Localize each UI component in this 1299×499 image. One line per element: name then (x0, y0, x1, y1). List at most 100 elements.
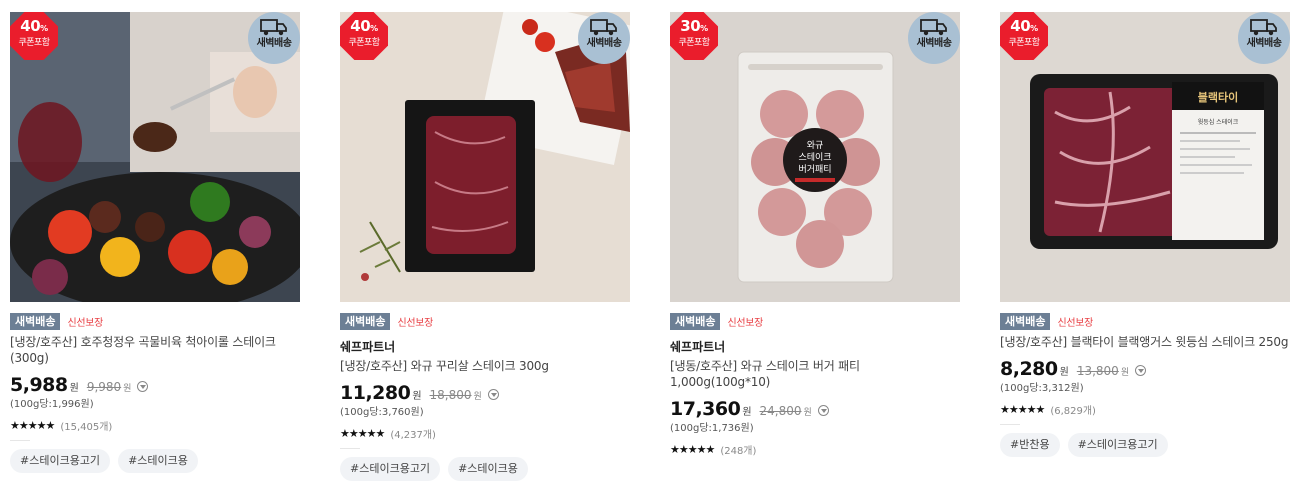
tag-fresh-guarantee: 신선보장 (727, 317, 764, 329)
hashtag[interactable]: #스테이크용고기 (10, 449, 111, 473)
package-label-line: 윗등심 스테이크 (1198, 118, 1239, 126)
hashtag[interactable]: #스테이크용 (448, 457, 528, 481)
truck-icon (1250, 19, 1277, 36)
hashtag[interactable]: #스테이크용 (118, 449, 198, 473)
rating-row: ★★★★★ (4,237개) (340, 426, 630, 441)
tag-dawn-delivery: 새벽배송 (340, 312, 391, 330)
review-count: (4,237개) (390, 429, 436, 441)
truck-icon (920, 19, 947, 36)
coupon-percent: 40 (350, 17, 371, 35)
product-image[interactable]: 블랙타이 윗등심 스테이크 40% 쿠폰포함 새벽배송 (1000, 12, 1290, 302)
coupon-unit: % (370, 24, 378, 33)
delivery-tags: 새벽배송 신선보장 (340, 312, 630, 330)
rating-row: ★★★★★ (248개) (670, 442, 960, 457)
coupon-label: 쿠폰포함 (348, 38, 380, 48)
star-icon: ★★★★★ (10, 418, 55, 432)
tag-fresh-guarantee: 신선보장 (67, 317, 104, 329)
coupon-percent: 40 (1010, 17, 1031, 35)
product-title[interactable]: [냉장/호주산] 와규 꾸리살 스테이크 300g (340, 358, 630, 374)
dawn-badge-label: 새벽배송 (256, 38, 292, 49)
product-card[interactable]: 와규 스테이크 버거패티 30% 쿠폰포함 새벽배송 새벽배송 신선보장 쉐프파… (670, 12, 960, 457)
coupon-badge: 40% 쿠폰포함 (10, 12, 58, 60)
coupon-percent: 30 (680, 17, 701, 35)
tag-dawn-delivery: 새벽배송 (670, 312, 721, 330)
review-count: (15,405개) (60, 421, 113, 433)
star-icon: ★★★★★ (670, 442, 715, 456)
coupon-percent: 40 (20, 17, 41, 35)
rating-row: ★★★★★ (6,829개) (1000, 402, 1290, 417)
dawn-badge-label: 새벽배송 (1246, 38, 1282, 49)
product-card[interactable]: 40% 쿠폰포함 새벽배송 새벽배송 신선보장 쉐프파트너 [냉장/호주산] 와… (340, 12, 630, 481)
original-price: 9,980 (86, 380, 122, 394)
product-card[interactable]: 40% 쿠폰포함 새벽배송 새벽배송 신선보장 [냉장/호주산] 호주청정우 곡… (10, 12, 300, 473)
truck-icon (260, 19, 287, 36)
unit-price: (100g당:1,736원) (670, 423, 754, 434)
coupon-label: 쿠폰포함 (1008, 38, 1040, 48)
hashtag-list: #스테이크용고기 #스테이크용 (10, 449, 300, 473)
tag-fresh-guarantee: 신선보장 (1057, 317, 1094, 329)
currency-label: 원 (412, 391, 422, 402)
original-price: 24,800 (759, 404, 802, 418)
sale-price: 8,280 (1000, 358, 1058, 380)
dawn-delivery-badge: 새벽배송 (1238, 12, 1290, 64)
tag-dawn-delivery: 새벽배송 (1000, 312, 1051, 330)
product-card[interactable]: 블랙타이 윗등심 스테이크 40% 쿠폰포함 새벽배송 새벽배송 신선보장 [냉 (1000, 12, 1290, 457)
coupon-badge: 30% 쿠폰포함 (670, 12, 718, 60)
original-currency-label: 원 (1120, 368, 1130, 378)
dawn-badge-label: 새벽배송 (916, 38, 952, 49)
hashtag-list: #스테이크용고기 #스테이크용 (340, 457, 630, 481)
price-info-icon[interactable] (487, 389, 499, 400)
hashtag-list: #반찬용 #스테이크용고기 (1000, 433, 1290, 457)
price-row: 5,988 원 9,980 원 (10, 374, 300, 396)
review-count: (248개) (720, 445, 757, 457)
delivery-tags: 새벽배송 신선보장 (10, 312, 300, 330)
divider (340, 448, 360, 449)
dawn-delivery-badge: 새벽배송 (578, 12, 630, 64)
currency-label: 원 (742, 407, 752, 418)
tag-dawn-delivery: 새벽배송 (10, 312, 61, 330)
product-image[interactable]: 40% 쿠폰포함 새벽배송 (340, 12, 630, 302)
hashtag[interactable]: #스테이크용고기 (340, 457, 441, 481)
price-info-icon[interactable] (137, 381, 149, 392)
price-row: 17,360 원 24,800 원 (670, 398, 960, 420)
unit-price: (100g당:3,312원) (1000, 383, 1084, 394)
divider (1000, 424, 1020, 425)
price-row: 11,280 원 18,800 원 (340, 382, 630, 404)
rating-row: ★★★★★ (15,405개) (10, 418, 300, 433)
unit-price: (100g당:3,760원) (340, 407, 424, 418)
review-count: (6,829개) (1050, 405, 1096, 417)
divider (10, 440, 30, 441)
price-row: 8,280 원 13,800 원 (1000, 358, 1290, 380)
original-currency-label: 원 (123, 384, 132, 394)
tag-fresh-guarantee: 신선보장 (397, 317, 434, 329)
hashtag[interactable]: #스테이크용고기 (1067, 433, 1168, 457)
package-label-line: 스테이크 (798, 152, 831, 163)
currency-label: 원 (1059, 367, 1069, 378)
dawn-delivery-badge: 새벽배송 (908, 12, 960, 64)
product-title[interactable]: [냉장/호주산] 블랙타이 블랙앵거스 윗등심 스테이크 250g (1000, 334, 1290, 350)
truck-icon (590, 19, 617, 36)
package-label-line: 블랙타이 (1198, 90, 1238, 104)
original-price: 13,800 (1076, 364, 1119, 378)
coupon-unit: % (700, 24, 708, 33)
product-image[interactable]: 40% 쿠폰포함 새벽배송 (10, 12, 300, 302)
brand-name: 쉐프파트너 (670, 340, 726, 354)
sale-price: 5,988 (10, 374, 68, 396)
coupon-label: 쿠폰포함 (18, 38, 50, 48)
brand-name: 쉐프파트너 (340, 340, 396, 354)
price-info-icon[interactable] (817, 405, 829, 416)
hashtag[interactable]: #반찬용 (1000, 433, 1060, 457)
original-currency-label: 원 (803, 408, 812, 418)
sale-price: 17,360 (670, 398, 741, 420)
price-info-icon[interactable] (1135, 365, 1147, 376)
delivery-tags: 새벽배송 신선보장 (670, 312, 960, 330)
coupon-unit: % (40, 24, 48, 33)
product-title[interactable]: [냉동/호주산] 와규 스테이크 버거 패티 1,000g(100g*10) (670, 358, 960, 390)
product-image[interactable]: 와규 스테이크 버거패티 30% 쿠폰포함 새벽배송 (670, 12, 960, 302)
coupon-badge: 40% 쿠폰포함 (340, 12, 388, 60)
coupon-label: 쿠폰포함 (678, 38, 710, 48)
product-title[interactable]: [냉장/호주산] 호주청정우 곡물비육 척아이롤 스테이크 (300g) (10, 334, 300, 366)
star-icon: ★★★★★ (340, 426, 385, 440)
original-price: 18,800 (429, 388, 472, 402)
coupon-unit: % (1030, 24, 1038, 33)
